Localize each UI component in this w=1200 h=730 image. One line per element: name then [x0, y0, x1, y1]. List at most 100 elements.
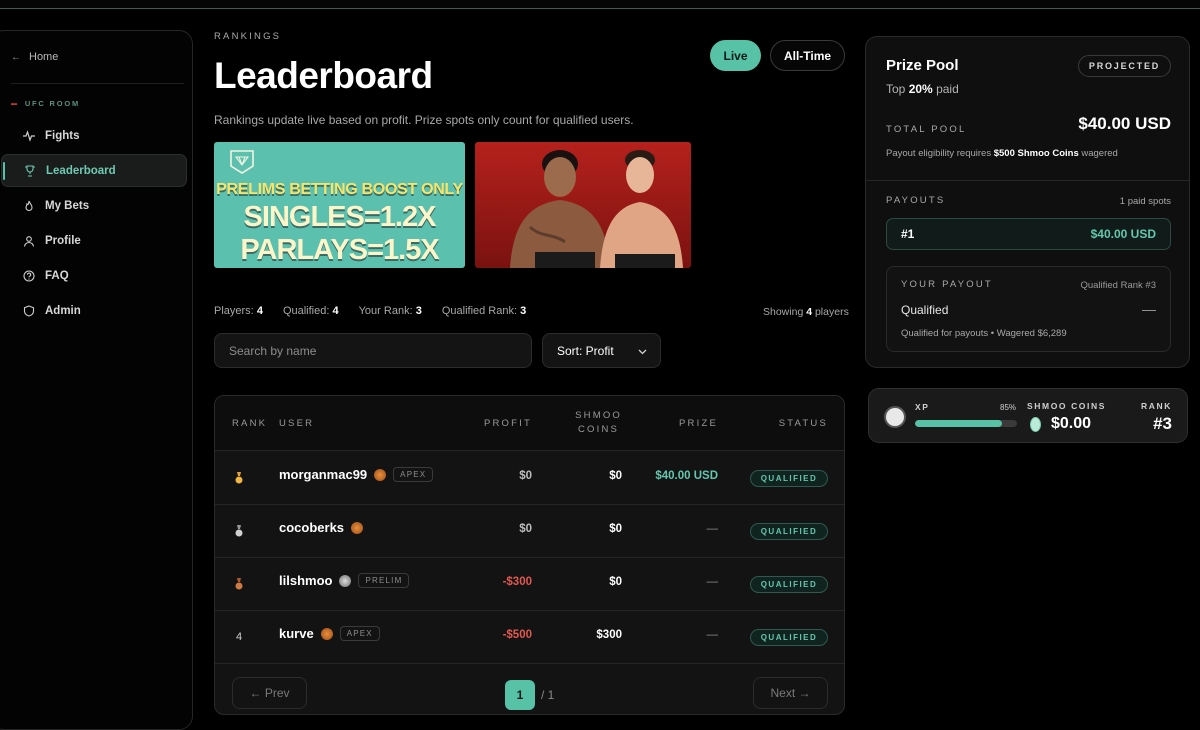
profit-cell: -$300 [502, 576, 532, 588]
xp-percent: 85% [1000, 403, 1017, 412]
sidebar-item-faq[interactable]: FAQ [1, 259, 187, 292]
sidebar-item-label: FAQ [45, 269, 69, 282]
banner-line-1: PRELIMS BETTING BOOST ONLY [216, 181, 463, 198]
diamond-badge-icon [230, 150, 254, 174]
flame-icon [23, 200, 35, 212]
username[interactable]: morganmac99 [279, 467, 367, 482]
payout-rank: #1 [901, 227, 915, 241]
username[interactable]: kurve [279, 626, 314, 641]
your-payout-value: — [1142, 301, 1156, 317]
payout-amount: $40.00 USD [1090, 227, 1156, 241]
next-page-button[interactable]: Next → [753, 677, 828, 709]
col-rank: RANK [232, 418, 268, 429]
page-current-button[interactable]: 1 [505, 680, 535, 710]
table-header: RANK USER PROFIT SHMOO COINS PRIZE STATUS [215, 396, 844, 451]
status-badge: QUALIFIED [750, 470, 828, 487]
profit-cell: -$500 [502, 629, 532, 641]
sidebar-divider [11, 83, 184, 84]
coins-cell: $0 [609, 523, 622, 535]
prize-cell: $40.00 USD [655, 470, 718, 482]
apex-tier-icon [320, 627, 333, 640]
sidebar-item-profile[interactable]: Profile [1, 224, 187, 257]
user-cell: cocoberks [279, 520, 364, 535]
projected-badge: PROJECTED [1078, 55, 1171, 77]
your-payout-rank: Qualified Rank #3 [1080, 280, 1156, 291]
sidebar-item-label: Profile [45, 234, 81, 247]
fighters-image [510, 150, 683, 268]
user-cell: lilshmoo PRELIM [279, 573, 410, 588]
sidebar-item-my-bets[interactable]: My Bets [1, 189, 187, 222]
chevron-down-icon [638, 344, 647, 358]
arrow-left-icon: ← [11, 51, 21, 63]
coins-cell: $0 [609, 576, 622, 588]
total-pool-value: $40.00 USD [1078, 114, 1171, 133]
stat-qualified-rank: Qualified Rank: 3 [441, 305, 527, 317]
showing-count: Showing 4 players [763, 306, 849, 318]
prize-cell: — [706, 629, 719, 641]
banner-line-2: SINGLES=1.2X [243, 201, 437, 233]
profit-cell: $0 [519, 523, 532, 535]
paid-spots: 1 paid spots [1119, 196, 1171, 207]
gold-medal-icon [233, 472, 245, 487]
top-bar [0, 0, 1200, 9]
stat-qualified: Qualified: 4 [282, 305, 339, 317]
search-input[interactable] [214, 333, 532, 368]
payout-row: #1 $40.00 USD [886, 218, 1171, 250]
coins-cell: $0 [609, 470, 622, 482]
stats-bar: Players: 4 Qualified: 4 Your Rank: 3 Qua… [214, 305, 526, 317]
home-label: Home [29, 51, 59, 63]
promo-banner-fighters[interactable] [475, 142, 691, 268]
rank-value: #3 [1153, 414, 1172, 433]
prize-pool-title: Prize Pool [886, 57, 959, 74]
leaderboard-table: RANK USER PROFIT SHMOO COINS PRIZE STATUS… [214, 395, 845, 715]
col-prize: PRIZE [679, 418, 718, 429]
status-badge: QUALIFIED [750, 576, 828, 593]
prize-cell: — [706, 523, 719, 535]
status-badge: QUALIFIED [750, 523, 828, 540]
table-row[interactable]: 4 kurve APEX -$500 $300 — QUALIFIED [215, 611, 844, 664]
table-row[interactable]: morganmac99 APEX $0 $0 $40.00 USD QUALIF… [215, 452, 844, 505]
xp-label: XP [915, 402, 930, 412]
home-link[interactable]: ← Home [11, 51, 58, 63]
sidebar-item-fights[interactable]: Fights [1, 119, 187, 152]
your-payout-note: Qualified for payouts • Wagered $6,289 [901, 328, 1067, 339]
activity-icon [23, 129, 35, 142]
prize-cell: — [706, 576, 719, 588]
tier-badge: PRELIM [358, 573, 410, 588]
prev-page-button[interactable]: ← Prev [232, 677, 307, 709]
page-title: Leaderboard [214, 55, 433, 96]
promo-banner-boost[interactable]: PRELIMS BETTING BOOST ONLY SINGLES=1.2X … [214, 142, 465, 268]
sidebar-item-admin[interactable]: Admin [1, 294, 187, 327]
username[interactable]: cocoberks [279, 520, 344, 535]
apex-tier-icon [374, 468, 387, 481]
eligibility-note: Payout eligibility requires $500 Shmoo C… [886, 148, 1118, 159]
tier-icon [351, 521, 364, 534]
live-toggle-button[interactable]: Live [710, 40, 761, 71]
room-label: ▬ UFC ROOM [11, 99, 80, 108]
total-pool-label: TOTAL POOL [886, 124, 967, 135]
page-eyebrow: RANKINGS [214, 31, 282, 42]
username[interactable]: lilshmoo [279, 573, 332, 588]
rank-label: RANK [1141, 401, 1172, 411]
tier-badge: APEX [393, 467, 434, 482]
user-cell: morganmac99 APEX [279, 467, 434, 482]
table-row[interactable]: cocoberks $0 $0 — QUALIFIED [215, 505, 844, 558]
help-icon [23, 269, 35, 282]
trophy-icon [24, 164, 36, 177]
sidebar-item-leaderboard[interactable]: Leaderboard [1, 154, 187, 187]
payouts-label: PAYOUTS [886, 195, 946, 206]
xp-widget[interactable]: XP 85% SHMOO COINS $0.00 RANK #3 [868, 388, 1188, 443]
avatar[interactable] [884, 406, 906, 428]
table-row[interactable]: lilshmoo PRELIM -$300 $0 — QUALIFIED [215, 558, 844, 611]
bronze-medal-icon [233, 578, 245, 593]
sort-label: Sort: Profit [557, 343, 614, 358]
prize-pool-panel: Prize Pool Top 20% paid PROJECTED TOTAL … [865, 36, 1190, 368]
coins-cell: $300 [596, 629, 622, 641]
ufc-logo-icon: ▬ [11, 100, 19, 107]
sort-select[interactable]: Sort: Profit [542, 333, 661, 368]
xp-progress-fill [915, 420, 1002, 427]
shmoo-coins-value: $0.00 [1051, 415, 1092, 432]
sidebar-item-label: Admin [45, 304, 81, 317]
prelim-tier-icon [339, 574, 352, 587]
all-time-toggle-button[interactable]: All-Time [770, 40, 845, 71]
